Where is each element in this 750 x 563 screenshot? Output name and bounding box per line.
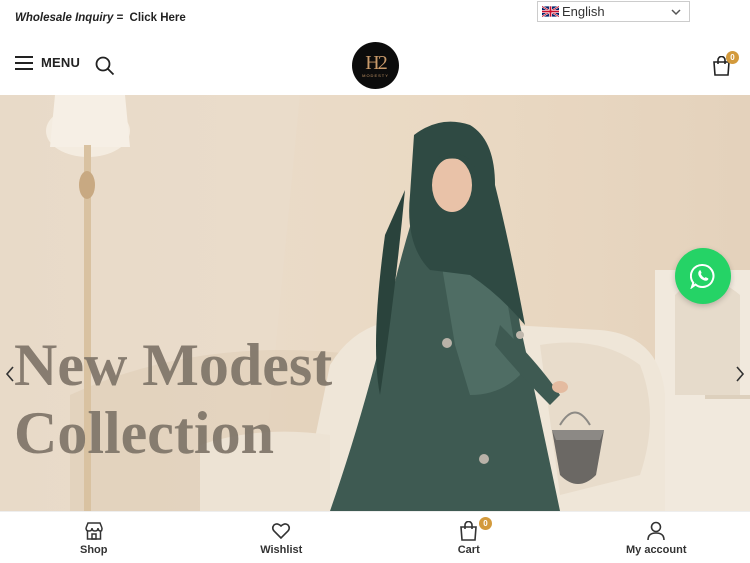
wholesale-inquiry-link[interactable]: Wholesale Inquiry = Click Here [15, 12, 186, 24]
hero-headline-line1: New Modest [14, 332, 333, 398]
language-label: English [562, 4, 605, 19]
chevron-right-icon [736, 366, 745, 382]
hero-banner: New Modest Collection [0, 95, 750, 511]
whatsapp-chat-button[interactable] [675, 248, 731, 304]
search-button[interactable] [95, 56, 115, 81]
logo-subtext: MODESTY [362, 72, 389, 78]
cart-icon [460, 521, 478, 541]
chevron-left-icon [5, 366, 14, 382]
inquiry-text: Wholesale Inquiry [15, 12, 114, 24]
uk-flag-icon [542, 6, 559, 17]
inquiry-separator: = [116, 12, 124, 24]
menu-button[interactable]: MENU [15, 55, 80, 70]
nav-account[interactable]: My account [563, 512, 750, 563]
site-header: MENU H2 MODESTY 0 [0, 38, 750, 95]
nav-cart[interactable]: 0 Cart [375, 512, 563, 563]
nav-cart-badge: 0 [479, 517, 492, 530]
nav-wishlist[interactable]: Wishlist [188, 512, 376, 563]
language-select[interactable]: English [537, 1, 690, 22]
header-cart-button[interactable]: 0 [712, 51, 739, 81]
slider-prev-button[interactable] [5, 366, 15, 387]
user-icon [647, 521, 666, 541]
heart-icon [272, 523, 291, 540]
logo-mark: H2 [365, 51, 387, 74]
chevron-down-icon [671, 9, 681, 16]
nav-cart-label: Cart [457, 544, 480, 556]
site-logo[interactable]: H2 MODESTY [352, 42, 399, 89]
cart-count-badge: 0 [726, 51, 739, 64]
inquiry-cta[interactable]: Click Here [130, 12, 186, 24]
nav-wishlist-label: Wishlist [260, 544, 303, 556]
slider-next-button[interactable] [735, 366, 745, 387]
hero-headline-line2: Collection [14, 400, 274, 466]
store-icon [85, 522, 103, 540]
menu-label: MENU [41, 55, 81, 70]
bottom-navigation: Shop Wishlist 0 Cart My account [0, 511, 750, 563]
hero-headline: New Modest Collection [14, 331, 332, 467]
hamburger-icon [15, 55, 33, 70]
nav-shop[interactable]: Shop [0, 512, 188, 563]
search-icon [95, 56, 115, 76]
whatsapp-icon [690, 263, 715, 289]
nav-shop-label: Shop [80, 544, 108, 556]
nav-account-label: My account [625, 544, 687, 556]
top-bar: Wholesale Inquiry = Click Here English [0, 0, 750, 38]
